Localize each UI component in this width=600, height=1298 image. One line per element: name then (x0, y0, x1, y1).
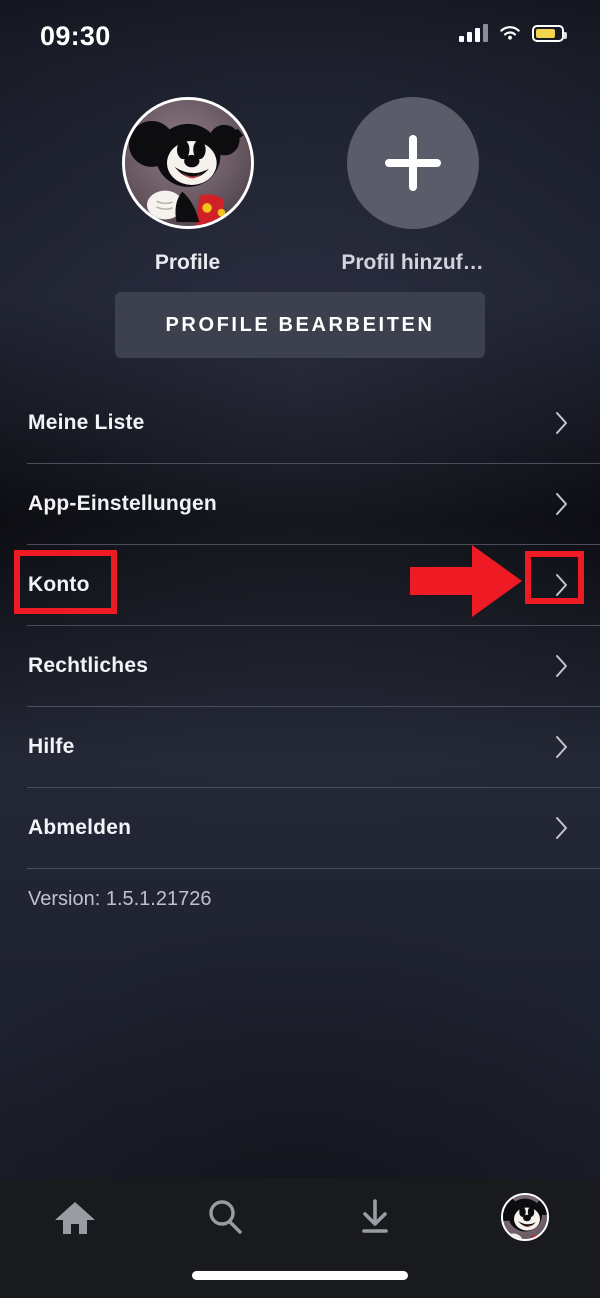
menu-item-label: Meine Liste (28, 411, 145, 434)
status-indicators (459, 24, 567, 42)
chevron-right-icon (556, 817, 567, 839)
menu-item-label: Hilfe (28, 735, 75, 758)
menu-item-app-einstellungen[interactable]: App-Einstellungen (0, 464, 600, 544)
home-indicator[interactable] (192, 1271, 408, 1280)
tab-home[interactable] (0, 1178, 150, 1256)
menu-item-rechtliches[interactable]: Rechtliches (0, 626, 600, 706)
plus-icon[interactable] (346, 97, 479, 229)
menu-item-label: Abmelden (28, 816, 132, 839)
mickey-mouse-art (503, 1195, 547, 1239)
mickey-mouse-art (124, 100, 251, 226)
annotation-highlight-chevron (525, 551, 584, 604)
app-screen: 09:30 Profile Profil hinzuf… PROFILE BEA… (0, 0, 600, 1298)
edit-profiles-button[interactable]: PROFILE BEARBEITEN (115, 292, 485, 358)
chevron-right-icon (556, 412, 567, 434)
download-icon (362, 1199, 388, 1233)
menu-item-meine-liste[interactable]: Meine Liste (0, 383, 600, 463)
mickey-mouse-avatar[interactable] (121, 97, 254, 229)
version-label: Version: 1.5.1.21726 (28, 888, 212, 910)
menu-item-abmelden[interactable]: Abmelden (0, 788, 600, 868)
menu-item-hilfe[interactable]: Hilfe (0, 707, 600, 787)
profile-selector: Profile Profil hinzuf… (0, 97, 600, 275)
home-icon (55, 1202, 95, 1234)
search-icon (209, 1200, 242, 1234)
tab-search[interactable] (150, 1178, 300, 1256)
menu-item-label: App-Einstellungen (28, 492, 217, 515)
annotation-arrow-icon (410, 545, 522, 617)
annotation-highlight-konto (14, 550, 117, 614)
menu-item-label: Rechtliches (28, 654, 149, 677)
cellular-bars-icon (459, 24, 488, 42)
bottom-tab-bar (0, 1178, 600, 1298)
wifi-icon (500, 26, 520, 40)
chevron-right-icon (556, 736, 567, 758)
profile-item-add[interactable]: Profil hinzuf… (328, 97, 498, 275)
tab-profile[interactable] (450, 1178, 600, 1256)
battery-icon (532, 24, 567, 42)
settings-menu: Meine Liste App-Einstellungen Konto Rech… (0, 383, 600, 869)
profile-item-label: Profile (154, 251, 221, 274)
tab-downloads[interactable] (300, 1178, 450, 1256)
menu-divider (27, 868, 600, 869)
add-profile-label: Profil hinzuf… (341, 251, 484, 274)
status-time: 09:30 (40, 21, 111, 51)
status-bar: 09:30 (0, 0, 600, 72)
chevron-right-icon (556, 493, 567, 515)
mickey-mouse-avatar[interactable] (501, 1193, 549, 1241)
chevron-right-icon (556, 655, 567, 677)
profile-item-profile[interactable]: Profile (103, 97, 273, 275)
